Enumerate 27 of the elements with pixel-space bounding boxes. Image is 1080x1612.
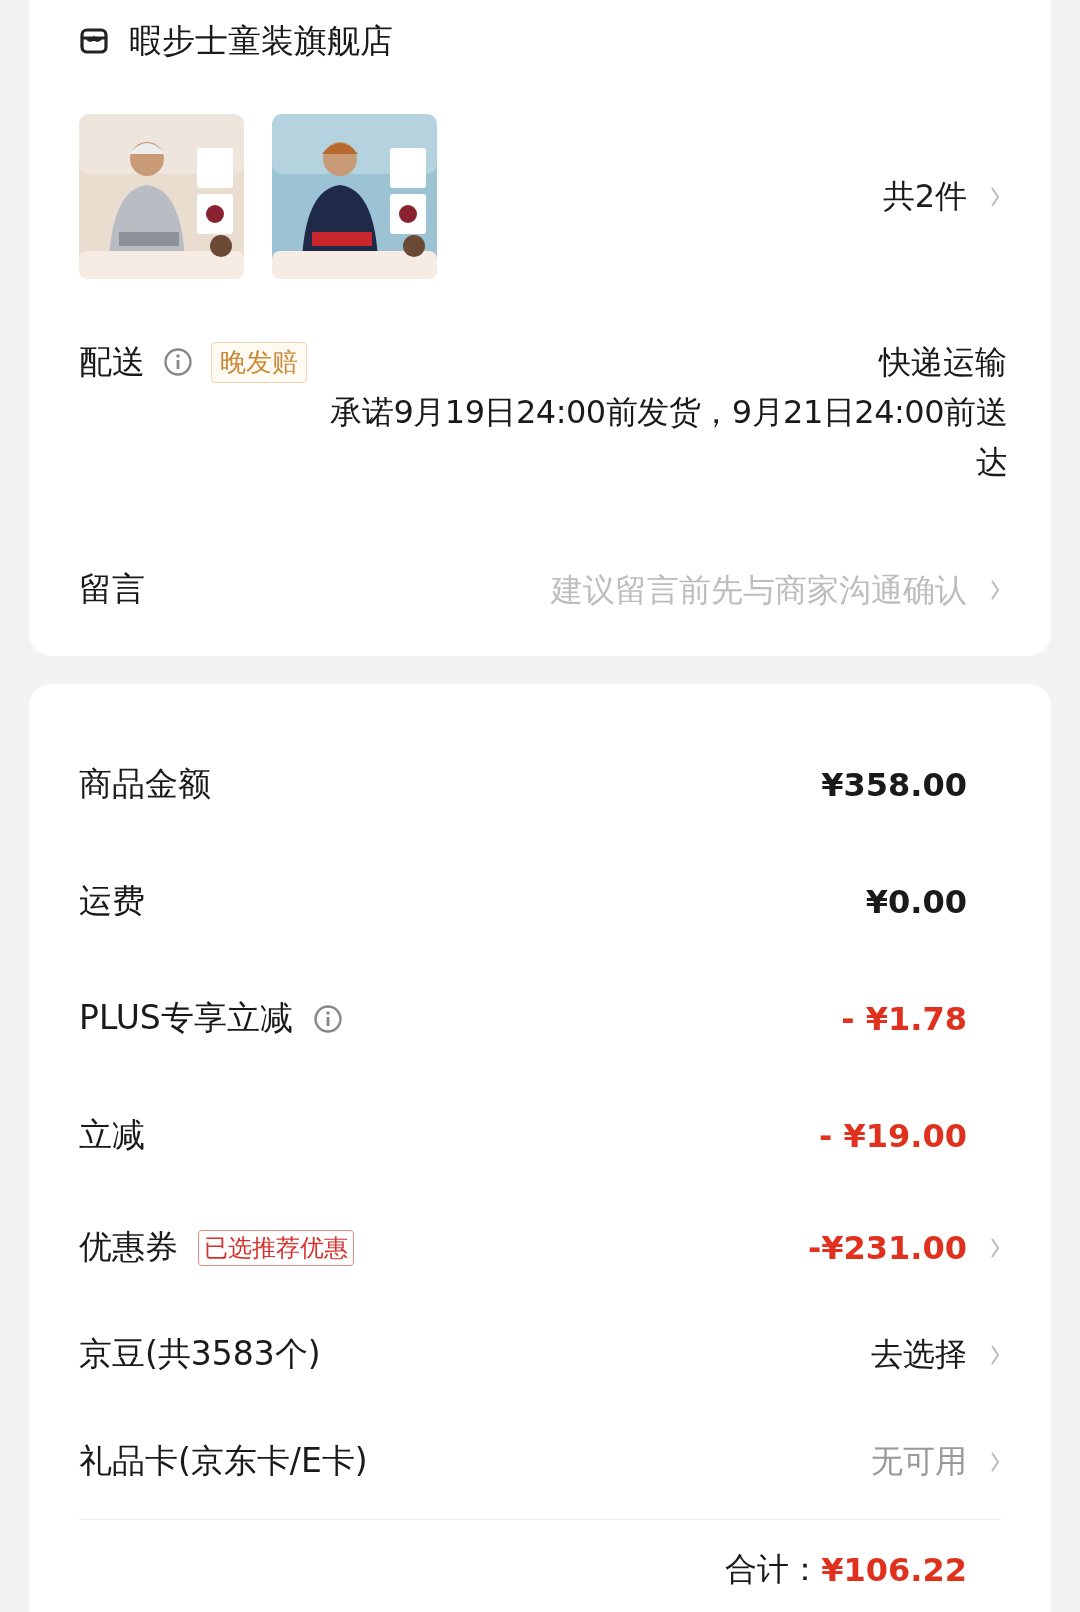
summary-label: 礼品卡(京东卡/E卡) [79, 1440, 368, 1482]
store-icon [79, 26, 109, 56]
message-label: 留言 [79, 568, 145, 610]
summary-label: 优惠券 [79, 1226, 178, 1268]
summary-label: 立减 [79, 1114, 145, 1156]
item-count[interactable]: 共2件 [882, 174, 967, 219]
late-compensation-tag: 晚发赔 [211, 341, 307, 383]
summary-label: PLUS专享立减 [79, 997, 293, 1039]
summary-label: 京豆(共3583个) [79, 1333, 321, 1375]
delivery-label: 配送 [79, 340, 145, 383]
delivery-promise: 承诺9月19日24:00前发货，9月21日24:00前送达 [329, 392, 1007, 483]
store-name[interactable]: 暇步士童装旗舰店 [129, 18, 393, 64]
total-label: 合计： [725, 1549, 822, 1590]
summary-value[interactable]: -¥231.00 [807, 1228, 967, 1267]
delivery-method: 快递运输 [879, 342, 1007, 383]
summary-value: ¥0.00 [865, 882, 967, 921]
summary-value: - ¥19.00 [819, 1116, 967, 1155]
summary-value: ¥358.00 [821, 765, 967, 804]
summary-label: 商品金额 [79, 763, 211, 805]
total-amount: ¥106.22 [821, 1551, 967, 1589]
summary-value: - ¥1.78 [841, 999, 967, 1038]
summary-value[interactable]: 去选择 [871, 1332, 967, 1377]
info-icon[interactable] [163, 347, 193, 377]
summary-label: 运费 [79, 880, 145, 922]
info-icon[interactable] [312, 1003, 343, 1034]
message-field[interactable]: 建议留言前先与商家沟通确认 [145, 570, 967, 609]
coupon-tag: 已选推荐优惠 [198, 1229, 354, 1266]
